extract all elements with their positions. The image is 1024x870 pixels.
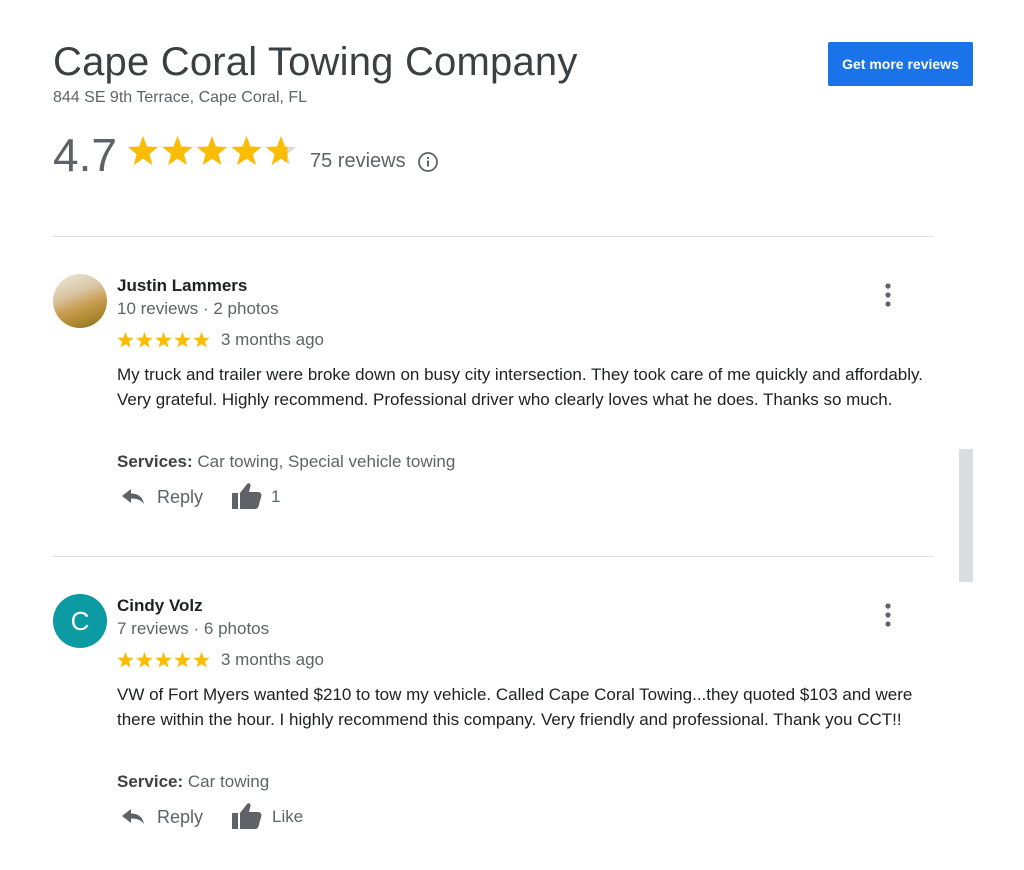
rating-value: 4.7 (53, 129, 117, 181)
reply-arrow-icon (122, 489, 144, 504)
star-icon (117, 332, 134, 348)
services-value: Car towing (183, 772, 270, 791)
review-time: 3 months ago (221, 650, 325, 669)
reply-arrow-icon (122, 809, 144, 824)
star-icon (193, 332, 210, 348)
services-value: Car towing, Special vehicle towing (192, 452, 456, 471)
business-address: 844 SE 9th Terrace, Cape Coral, FL (53, 89, 308, 106)
services-label: Service: (117, 772, 184, 791)
reviewer-avatar[interactable] (53, 274, 107, 328)
reply-label: Reply (157, 807, 204, 827)
star-icon (231, 136, 262, 165)
thumb-up-icon (232, 483, 262, 509)
divider (53, 556, 934, 557)
star-icon (117, 652, 134, 668)
star-icon (127, 136, 159, 165)
star-icon (155, 652, 172, 668)
reviewer-name[interactable]: Justin Lammers (117, 276, 247, 296)
scrollbar-thumb[interactable] (959, 449, 973, 582)
like-count: 1 (271, 487, 281, 506)
reviewer-meta: 10 reviews · 2 photos (117, 299, 279, 318)
review-stars (117, 652, 210, 668)
review-stars (117, 332, 210, 348)
review-time: 3 months ago (221, 330, 325, 349)
reply-label: Reply (157, 487, 204, 507)
review-text: My truck and trailer were broke down on … (117, 365, 923, 409)
get-more-reviews-button[interactable]: Get more reviews (828, 42, 973, 86)
reply-button[interactable]: Reply (117, 481, 217, 513)
star-icon (196, 136, 228, 165)
review-card: Justin Lammers 10 reviews · 2 photos 3 m… (53, 274, 953, 514)
rating-stars (127, 136, 297, 165)
more-vert-icon[interactable] (880, 602, 896, 628)
review-services: Services: Car towing, Special vehicle to… (117, 452, 455, 472)
business-title: Cape Coral Towing Company (53, 40, 578, 84)
reviews-count-link[interactable]: 75 reviews (310, 150, 406, 173)
divider (53, 236, 934, 237)
star-icon (155, 332, 172, 348)
star-icon (162, 136, 193, 165)
like-label: Like (272, 807, 304, 826)
more-vert-icon[interactable] (880, 282, 896, 308)
reviewer-meta: 7 reviews · 6 photos (117, 619, 270, 638)
review-text: VW of Fort Myers wanted $210 to tow my v… (117, 685, 913, 729)
reviewer-avatar[interactable]: C (53, 594, 107, 648)
reply-button[interactable]: Reply (117, 801, 217, 833)
like-button[interactable]: Like (231, 799, 321, 833)
like-button[interactable]: 1 (231, 479, 321, 513)
star-icon (136, 652, 153, 668)
review-card: C Cindy Volz 7 reviews · 6 photos 3 mont… (53, 594, 953, 834)
reviewer-name[interactable]: Cindy Volz (117, 596, 203, 616)
star-icon (136, 332, 153, 348)
star-icon (174, 332, 191, 348)
info-icon[interactable] (417, 151, 439, 173)
star-icon (193, 652, 210, 668)
star-icon (174, 652, 191, 668)
thumb-up-icon (232, 803, 262, 829)
services-label: Services: (117, 452, 193, 471)
review-services: Service: Car towing (117, 772, 269, 792)
